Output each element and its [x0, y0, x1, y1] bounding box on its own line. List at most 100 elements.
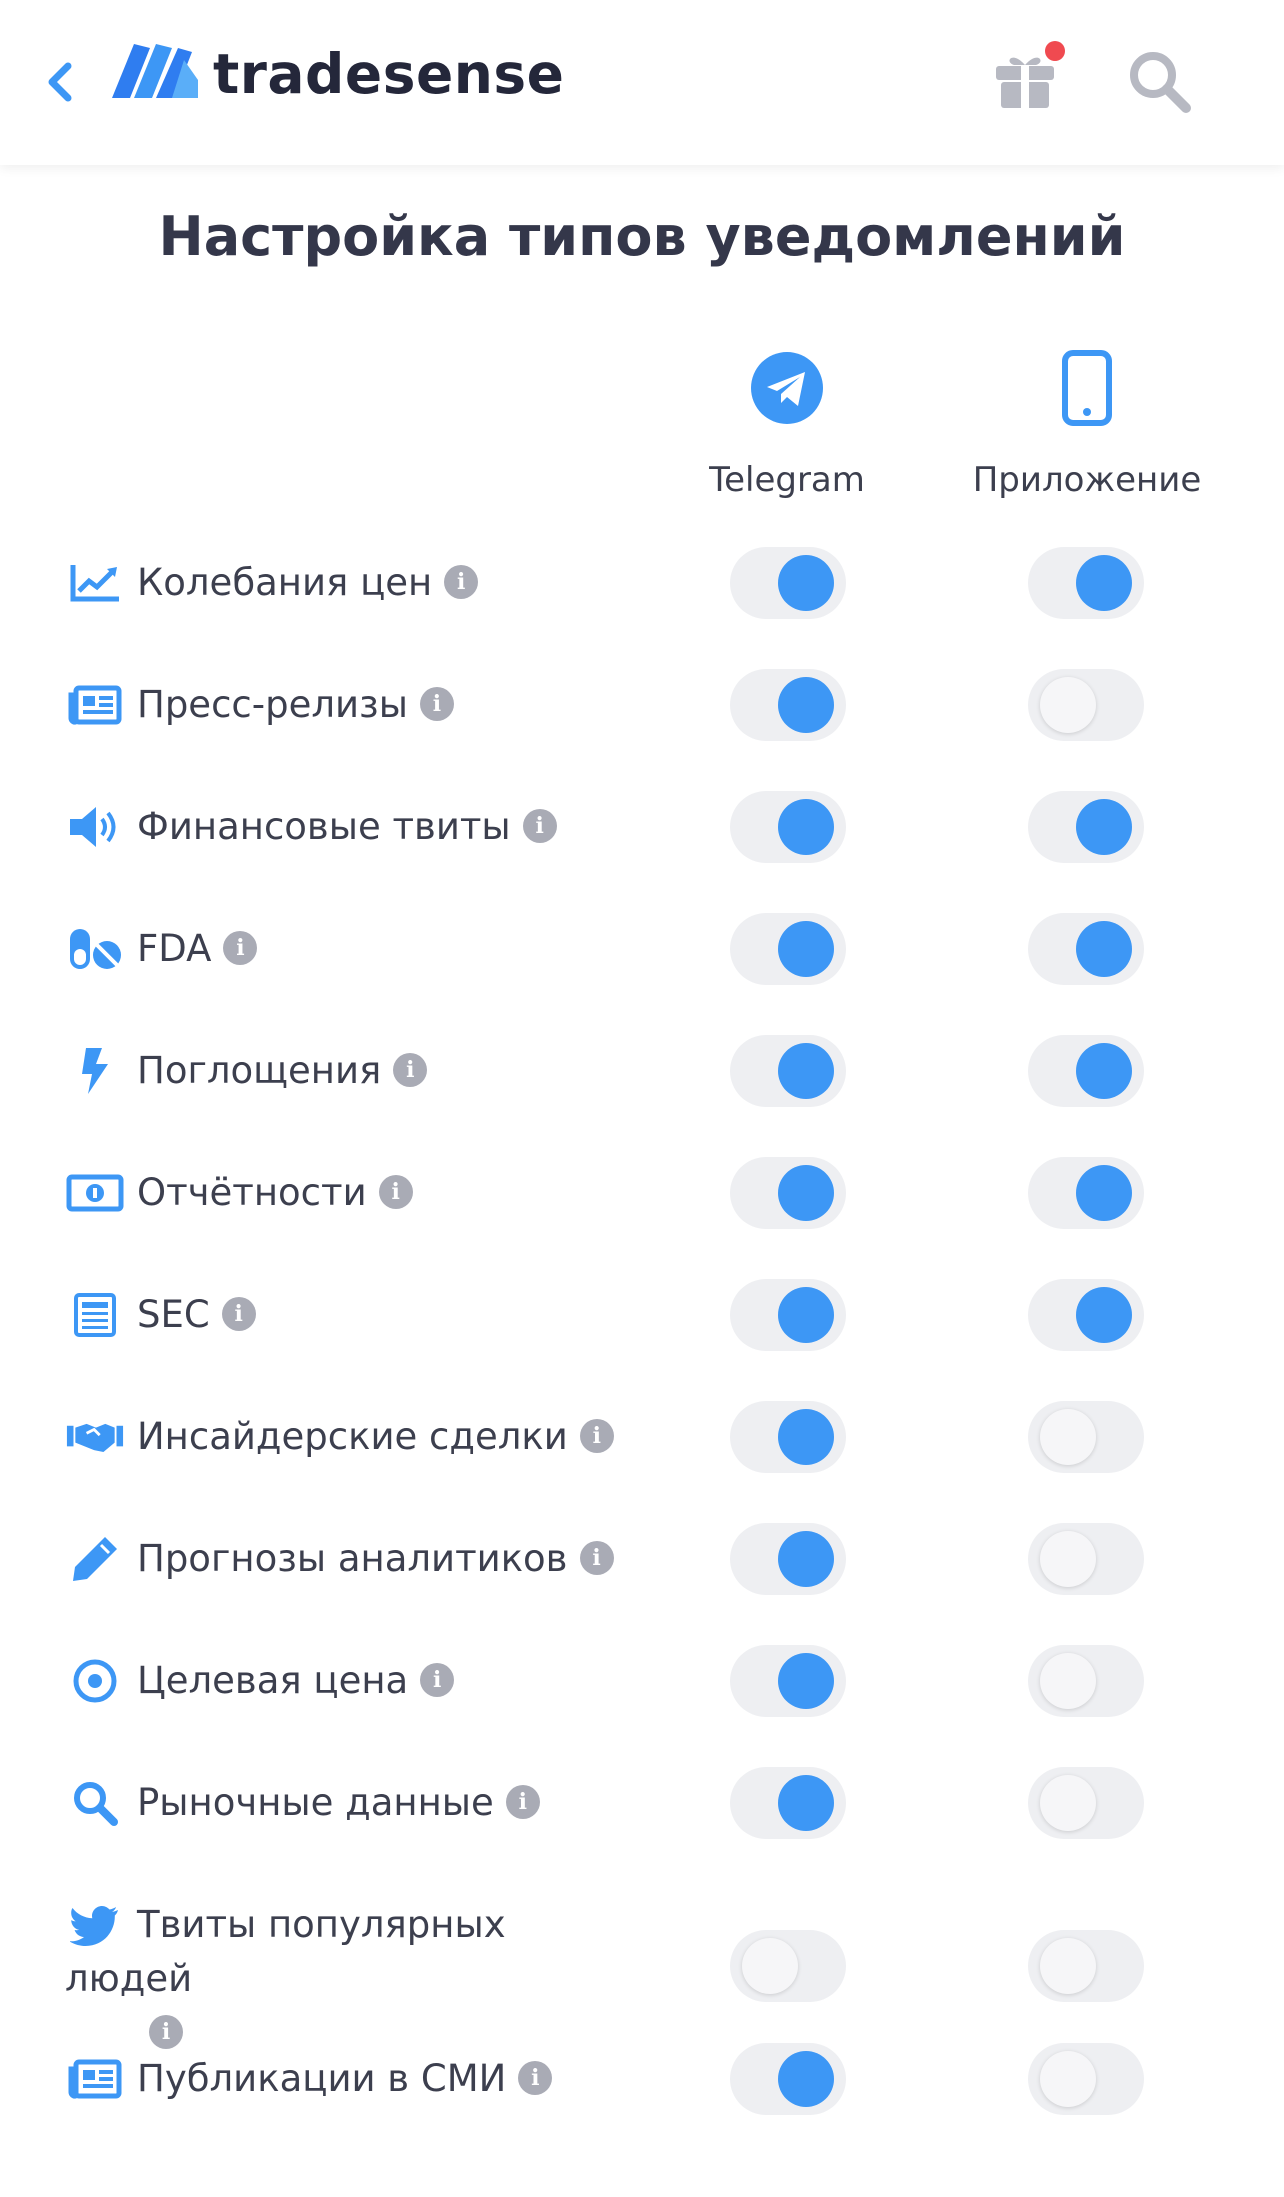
- twitter-bird-icon: [66, 1902, 124, 1948]
- toggle-knob: [778, 1531, 834, 1587]
- toggle-telegram[interactable]: [730, 1523, 846, 1595]
- toggle-app[interactable]: [1028, 1767, 1144, 1839]
- label-text: Рыночные данные: [137, 1781, 494, 1824]
- toggle-knob: [778, 1287, 834, 1343]
- telegram-icon: [751, 351, 823, 424]
- newspaper-icon: [66, 682, 124, 728]
- info-icon[interactable]: i: [393, 1052, 428, 1087]
- info-icon[interactable]: i: [419, 686, 454, 721]
- toggle-knob: [1040, 1653, 1096, 1709]
- info-icon[interactable]: i: [420, 1662, 455, 1697]
- toggle-telegram[interactable]: [730, 1645, 846, 1717]
- lightning-icon: [66, 1048, 124, 1094]
- toggle-app[interactable]: [1028, 1279, 1144, 1351]
- notification-type-label: Прогнозы аналитиков i: [137, 1536, 614, 1582]
- notification-type-label: Инсайдерские сделки i: [137, 1414, 614, 1460]
- gift-icon: [996, 41, 1065, 108]
- info-icon[interactable]: i: [378, 1174, 413, 1209]
- toggle-app[interactable]: [1028, 913, 1144, 985]
- toggle-telegram[interactable]: [730, 1157, 846, 1229]
- label-text: Финансовые твиты: [137, 805, 511, 848]
- label-text: Поглощения: [137, 1049, 382, 1092]
- notification-type-label: Отчётности i: [137, 1170, 413, 1216]
- toggle-knob: [778, 555, 834, 611]
- toggle-telegram[interactable]: [730, 913, 846, 985]
- info-icon[interactable]: i: [221, 1296, 256, 1331]
- toggle-telegram[interactable]: [730, 791, 846, 863]
- label-text: Отчётности: [137, 1171, 367, 1214]
- toggle-knob: [778, 1043, 834, 1099]
- toggle-app[interactable]: [1028, 669, 1144, 741]
- toggle-knob: [778, 799, 834, 855]
- toggle-knob: [778, 1409, 834, 1465]
- toggle-knob: [1076, 1287, 1132, 1343]
- notification-type-label: FDA i: [137, 926, 258, 972]
- info-icon[interactable]: i: [223, 930, 258, 965]
- gift-button[interactable]: [992, 40, 1066, 112]
- info-icon[interactable]: i: [522, 808, 557, 843]
- label-text: Целевая цена: [137, 1659, 409, 1702]
- toggle-knob: [1040, 1531, 1096, 1587]
- notification-type-label: Твиты популярных людей i: [65, 1898, 657, 2060]
- column-label-app: Приложение: [972, 460, 1202, 500]
- handshake-icon: [66, 1414, 124, 1460]
- toggle-knob: [778, 1775, 834, 1831]
- toggle-app[interactable]: [1028, 1035, 1144, 1107]
- toggle-knob: [1040, 677, 1096, 733]
- label-text: Колебания цен: [137, 561, 433, 604]
- toggle-telegram[interactable]: [730, 1930, 846, 2002]
- notification-type-label: Пресс-релизы i: [137, 682, 454, 728]
- toggle-knob: [778, 2051, 834, 2107]
- toggle-app[interactable]: [1028, 1523, 1144, 1595]
- toggle-app[interactable]: [1028, 791, 1144, 863]
- toggle-knob: [778, 1653, 834, 1709]
- newspaper-icon: [66, 2056, 124, 2102]
- column-header-telegram: Telegram: [637, 345, 937, 500]
- search-icon: [66, 1780, 124, 1826]
- toggle-app[interactable]: [1028, 1401, 1144, 1473]
- toggle-knob: [1040, 1775, 1096, 1831]
- toggle-telegram[interactable]: [730, 547, 846, 619]
- toggle-telegram[interactable]: [730, 669, 846, 741]
- toggle-knob: [1076, 1043, 1132, 1099]
- toggle-telegram[interactable]: [730, 1401, 846, 1473]
- toggle-app[interactable]: [1028, 1645, 1144, 1717]
- page-title: Настройка типов уведомлений: [158, 205, 1126, 268]
- info-icon[interactable]: i: [579, 1540, 614, 1575]
- toggle-app[interactable]: [1028, 1157, 1144, 1229]
- info-icon[interactable]: i: [444, 564, 479, 599]
- toggle-knob: [1076, 1165, 1132, 1221]
- notification-type-label: Финансовые твиты i: [137, 804, 557, 850]
- toggle-knob: [778, 1165, 834, 1221]
- chevron-left-icon: [48, 62, 72, 102]
- search-icon: [1130, 52, 1191, 113]
- toggle-telegram[interactable]: [730, 2043, 846, 2115]
- toggle-app[interactable]: [1028, 547, 1144, 619]
- logo-text: tradesense: [213, 42, 565, 106]
- mobile-phone-icon: [1062, 349, 1112, 426]
- toggle-app[interactable]: [1028, 2043, 1144, 2115]
- toggle-app[interactable]: [1028, 1930, 1144, 2002]
- search-button[interactable]: [1126, 48, 1194, 116]
- toggle-knob: [778, 921, 834, 977]
- money-bill-icon: [66, 1170, 124, 1216]
- toggle-knob: [1040, 2051, 1096, 2107]
- label-text: Твиты популярных: [137, 1903, 506, 1946]
- label-text: SEC: [137, 1293, 210, 1336]
- label-text: FDA: [137, 927, 212, 970]
- pen-icon: [66, 1536, 124, 1582]
- label-text-line2: людей: [65, 1957, 193, 2000]
- info-icon[interactable]: i: [149, 2014, 183, 2049]
- toggle-telegram[interactable]: [730, 1035, 846, 1107]
- column-header-app: Приложение: [937, 345, 1237, 500]
- toggle-telegram[interactable]: [730, 1767, 846, 1839]
- info-icon[interactable]: i: [518, 2060, 553, 2095]
- info-icon[interactable]: i: [579, 1418, 614, 1453]
- back-button[interactable]: [40, 52, 80, 112]
- notification-type-label: Целевая цена i: [137, 1658, 455, 1704]
- info-icon[interactable]: i: [505, 1784, 540, 1819]
- toggle-telegram[interactable]: [730, 1279, 846, 1351]
- pills-icon: [66, 926, 124, 972]
- toggle-knob: [1076, 555, 1132, 611]
- column-label-telegram: Telegram: [709, 460, 865, 500]
